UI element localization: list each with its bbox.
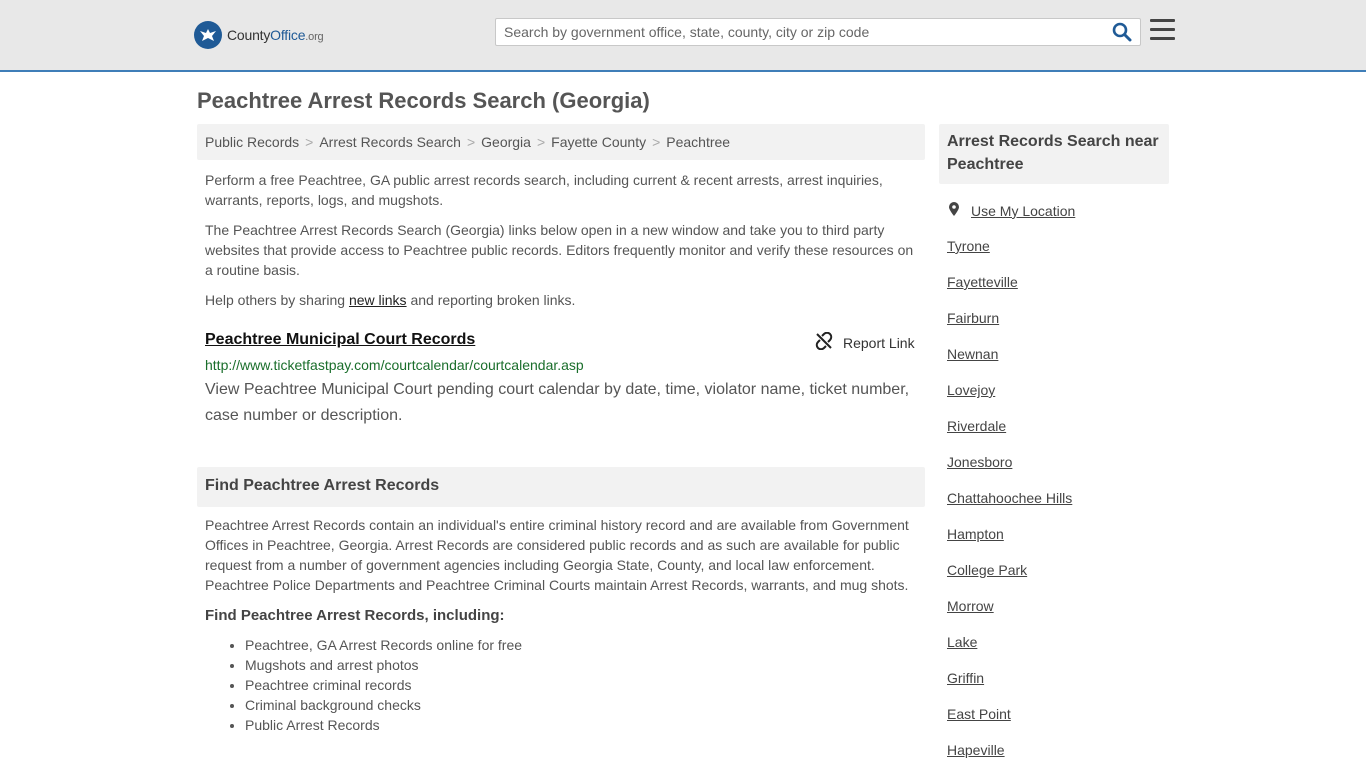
city-link-fairburn[interactable]: Fairburn (947, 310, 999, 326)
city-link-tyrone[interactable]: Tyrone (947, 238, 990, 254)
map-pin-icon (947, 201, 961, 220)
city-link-lake[interactable]: Lake (947, 634, 977, 650)
result-title-link[interactable]: Peachtree Municipal Court Records (205, 331, 475, 349)
breadcrumb-separator: > (466, 134, 476, 150)
logo-wordmark: CountyOffice.org (227, 27, 324, 43)
list-item: College Park (947, 560, 1072, 596)
city-link-riverdale[interactable]: Riverdale (947, 418, 1006, 434)
city-link-hapeville[interactable]: Hapeville (947, 742, 1005, 758)
breadcrumb-arrest-records-search[interactable]: Arrest Records Search (319, 134, 461, 150)
intro-paragraph: Perform a free Peachtree, GA public arre… (205, 172, 883, 208)
breadcrumb-separator: > (652, 134, 661, 150)
share-text-end: and reporting broken links. (406, 292, 576, 308)
page-title: Peachtree Arrest Records Search (Georgia… (197, 88, 650, 113)
result-url: http://www.ticketfastpay.com/courtcalend… (205, 357, 584, 373)
city-link-chattahoochee-hills[interactable]: Chattahoochee Hills (947, 490, 1072, 506)
broken-link-icon (815, 331, 833, 353)
find-section-subheading: Find Peachtree Arrest Records, including… (205, 607, 505, 624)
breadcrumb-separator: > (305, 134, 314, 150)
search-icon[interactable] (1112, 22, 1134, 42)
disclaimer-paragraph: The Peachtree Arrest Records Search (Geo… (205, 222, 914, 278)
city-link-jonesboro[interactable]: Jonesboro (947, 454, 1012, 470)
city-link-lovejoy[interactable]: Lovejoy (947, 382, 995, 398)
list-item: East Point (947, 704, 1072, 740)
list-item: Fairburn (947, 308, 1072, 344)
breadcrumb-public-records[interactable]: Public Records (205, 134, 299, 150)
list-item: Tyrone (947, 236, 1072, 272)
report-link-label: Report Link (843, 334, 915, 351)
city-link-hampton[interactable]: Hampton (947, 526, 1004, 542)
list-item: Hampton (947, 524, 1072, 560)
search-form (495, 18, 1141, 46)
breadcrumb-separator: > (536, 134, 546, 150)
share-paragraph: Help others by sharing new links and rep… (205, 290, 920, 310)
city-link-newnan[interactable]: Newnan (947, 346, 998, 362)
city-link-college-park[interactable]: College Park (947, 562, 1027, 578)
find-section-list: Peachtree, GA Arrest Records online for … (245, 635, 522, 735)
list-item: Fayetteville (947, 272, 1072, 308)
list-item: Chattahoochee Hills (947, 488, 1072, 524)
list-item: Criminal background checks (245, 695, 522, 715)
nearby-cities-list: Tyrone Fayetteville Fairburn Newnan Love… (947, 236, 1072, 776)
breadcrumb-georgia[interactable]: Georgia (481, 134, 531, 150)
result-description: View Peachtree Municipal Court pending c… (205, 381, 910, 424)
find-section-paragraph: Peachtree Arrest Records contain an indi… (205, 517, 909, 593)
list-item: Morrow (947, 596, 1072, 632)
list-item: Griffin (947, 668, 1072, 704)
breadcrumb-peachtree[interactable]: Peachtree (666, 134, 730, 150)
city-link-morrow[interactable]: Morrow (947, 598, 994, 614)
list-item: Lovejoy (947, 380, 1072, 416)
list-item: Public Arrest Records (245, 715, 522, 735)
sidebar-heading: Arrest Records Search near Peachtree (939, 124, 1169, 184)
site-header: CountyOffice.org (0, 0, 1366, 72)
use-my-location-link[interactable]: Use My Location (971, 203, 1075, 219)
list-item: Newnan (947, 344, 1072, 380)
site-logo[interactable]: CountyOffice.org (194, 20, 324, 50)
list-item: Lake (947, 632, 1072, 668)
report-link-button[interactable]: Report Link (815, 331, 915, 353)
list-item: Jonesboro (947, 452, 1072, 488)
share-text: Help others by sharing (205, 292, 349, 308)
eagle-seal-icon (194, 21, 222, 49)
breadcrumb: Public Records > Arrest Records Search > Geo… (197, 124, 925, 160)
new-links-link[interactable]: new links (349, 292, 407, 308)
search-input[interactable] (496, 19, 1106, 45)
find-section-heading: Find Peachtree Arrest Records (197, 467, 925, 507)
city-link-east-point[interactable]: East Point (947, 706, 1011, 722)
list-item: Mugshots and arrest photos (245, 655, 522, 675)
use-location-row: Use My Location (947, 201, 1075, 220)
list-item: Hapeville (947, 740, 1072, 776)
breadcrumb-fayette-county[interactable]: Fayette County (551, 134, 646, 150)
list-item: Peachtree, GA Arrest Records online for … (245, 635, 522, 655)
city-link-griffin[interactable]: Griffin (947, 670, 984, 686)
list-item: Riverdale (947, 416, 1072, 452)
hamburger-menu-icon[interactable] (1150, 19, 1175, 41)
city-link-fayetteville[interactable]: Fayetteville (947, 274, 1018, 290)
list-item: Peachtree criminal records (245, 675, 522, 695)
